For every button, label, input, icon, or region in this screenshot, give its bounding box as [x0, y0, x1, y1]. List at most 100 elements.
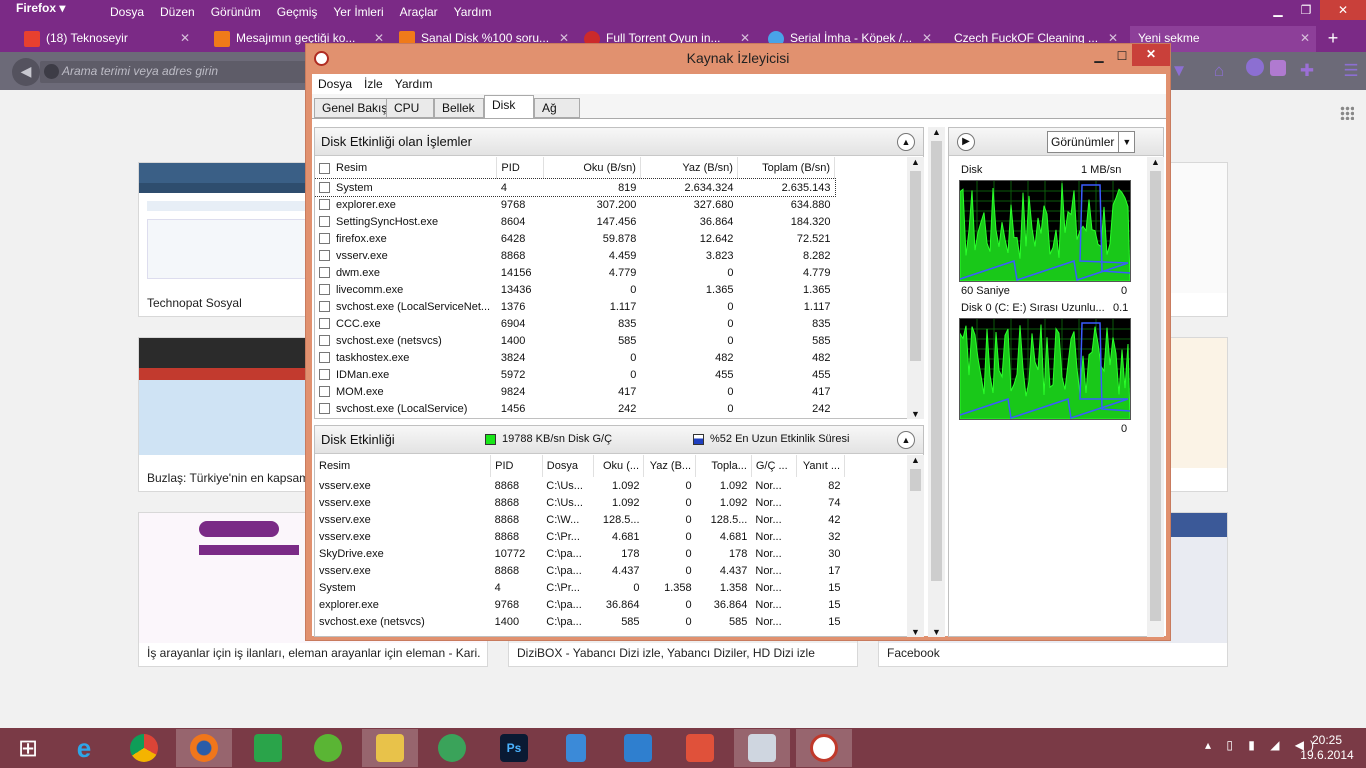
- tab-overview[interactable]: Genel Bakış: [314, 98, 396, 118]
- column-header[interactable]: G/Ç ...: [751, 455, 798, 477]
- table-row[interactable]: System 4 C:\Pr... 0 1.358 1.358 Nor... 15: [315, 579, 845, 596]
- scrollbar-thumb[interactable]: [1150, 171, 1161, 621]
- table-row[interactable]: SkyDrive.exe 10772 C:\pa... 178 0 178 Nor... 30: [315, 545, 845, 562]
- rm-menu-help[interactable]: Yardım: [389, 74, 439, 94]
- scroll-down-icon[interactable]: ▼: [928, 627, 945, 637]
- tile-grid-icon[interactable]: [1340, 106, 1354, 120]
- row-checkbox[interactable]: [319, 199, 330, 211]
- tab-cpu[interactable]: CPU: [386, 98, 434, 118]
- table-row[interactable]: CCC.exe 6904 835 0 835: [315, 315, 835, 332]
- hamburger-menu-icon[interactable]: ☰: [1338, 58, 1364, 84]
- column-header[interactable]: PID: [490, 455, 543, 477]
- table-row[interactable]: vsserv.exe 8868 C:\Us... 1.092 0 1.092 Nor... 8…: [315, 477, 845, 494]
- scrollbar-thumb[interactable]: [910, 171, 921, 361]
- taskbar-ie[interactable]: e: [56, 729, 112, 767]
- puzzle-icon[interactable]: ✚: [1294, 58, 1320, 84]
- column-header[interactable]: Toplam (B/sn): [737, 157, 836, 179]
- taskbar-resource-monitor[interactable]: [796, 729, 852, 767]
- collapse-up-icon[interactable]: ▲: [897, 431, 915, 449]
- scroll-down-icon[interactable]: ▼: [907, 627, 924, 637]
- views-dropdown[interactable]: Görünümler ▼: [1047, 131, 1136, 153]
- graph-pane-scrollbar[interactable]: ▲: [1147, 157, 1164, 637]
- close-tab-icon[interactable]: ✕: [180, 26, 190, 50]
- table-row[interactable]: dwm.exe 14156 4.779 0 4.779: [315, 264, 835, 281]
- table-row[interactable]: vsserv.exe 8868 C:\pa... 4.437 0 4.437 Nor... 1…: [315, 562, 845, 579]
- row-checkbox[interactable]: [319, 216, 330, 228]
- taskbar-chrome[interactable]: [116, 729, 172, 767]
- start-button[interactable]: ⊞: [0, 729, 56, 767]
- scroll-up-icon[interactable]: ▲: [907, 455, 924, 465]
- scrollbar-thumb[interactable]: [931, 141, 942, 581]
- menu-help[interactable]: Yardım: [446, 3, 500, 23]
- vertical-scrollbar[interactable]: ▲ ▼: [907, 157, 924, 419]
- table-row[interactable]: vsserv.exe 8868 C:\W... 128.5... 0 128.5... No…: [315, 511, 845, 528]
- column-header[interactable]: Resim: [315, 157, 498, 179]
- table-row[interactable]: livecomm.exe 13436 0 1.365 1.365: [315, 281, 835, 298]
- clock[interactable]: 20:25 19.6.2014: [1292, 733, 1362, 763]
- row-checkbox[interactable]: [319, 250, 330, 262]
- browser-tab[interactable]: (18) Teknoseyir ✕: [18, 26, 196, 52]
- row-checkbox[interactable]: [319, 233, 330, 245]
- taskbar-package-app[interactable]: [610, 729, 666, 767]
- table-row[interactable]: svchost.exe (LocalService) 1456 242 0 242: [315, 400, 835, 417]
- table-row[interactable]: svchost.exe (netsvcs) 1400 C:\pa... 585 0 585…: [315, 613, 845, 630]
- close-button[interactable]: ✕: [1320, 0, 1366, 20]
- table-row[interactable]: vsserv.exe 8868 4.459 3.823 8.282: [315, 247, 835, 264]
- row-checkbox[interactable]: [319, 284, 330, 296]
- minimize-button[interactable]: ▁: [1264, 0, 1292, 20]
- taskbar-utorrent[interactable]: [300, 729, 356, 767]
- column-header[interactable]: Yanıt ...: [796, 455, 845, 477]
- menu-file[interactable]: Dosya: [102, 3, 152, 23]
- tab-memory[interactable]: Bellek: [434, 98, 484, 118]
- row-checkbox[interactable]: [319, 369, 330, 381]
- table-row[interactable]: svchost.exe (LocalServiceNet... 1376 1.117…: [315, 298, 835, 315]
- menu-tools[interactable]: Araçlar: [392, 3, 446, 23]
- menu-edit[interactable]: Düzen: [152, 3, 203, 23]
- column-header[interactable]: Yaz (B...: [643, 455, 697, 477]
- table-row[interactable]: IDMan.exe 5972 0 455 455: [315, 366, 835, 383]
- home-icon[interactable]: ⌂: [1206, 58, 1232, 84]
- taskbar-photoshop[interactable]: Ps: [486, 729, 542, 767]
- menu-history[interactable]: Geçmiş: [269, 3, 326, 23]
- taskbar-download-manager[interactable]: [424, 729, 480, 767]
- table-row[interactable]: SettingSyncHost.exe 8604 147.456 36.864 184.…: [315, 213, 835, 230]
- taskbar-notes-app[interactable]: [672, 729, 728, 767]
- table-row[interactable]: System 4 819 2.634.324 2.635.143: [315, 178, 836, 197]
- collapse-up-icon[interactable]: ▲: [897, 133, 915, 151]
- column-header[interactable]: Resim: [315, 455, 492, 477]
- row-checkbox[interactable]: [319, 301, 330, 313]
- taskbar-performance-monitor[interactable]: [734, 729, 790, 767]
- scroll-up-icon[interactable]: ▲: [1147, 157, 1164, 167]
- close-tab-icon[interactable]: ✕: [1300, 26, 1310, 50]
- table-row[interactable]: explorer.exe 9768 307.200 327.680 634.880: [315, 196, 835, 213]
- row-checkbox[interactable]: [319, 386, 330, 398]
- url-bar[interactable]: Arama terimi veya adres girin: [40, 61, 320, 83]
- rm-menu-file[interactable]: Dosya: [312, 74, 358, 94]
- table-row[interactable]: vsserv.exe 8868 C:\Pr... 4.681 0 4.681 Nor... 3…: [315, 528, 845, 545]
- vertical-scrollbar[interactable]: ▲ ▼: [907, 455, 924, 637]
- menu-view[interactable]: Görünüm: [203, 3, 269, 23]
- table-row[interactable]: firefox.exe 6428 59.878 12.642 72.521: [315, 230, 835, 247]
- scrollbar-thumb[interactable]: [910, 469, 921, 491]
- firefox-app-button[interactable]: Firefox ▾: [6, 0, 76, 18]
- taskbar-store[interactable]: [240, 729, 296, 767]
- panel-header[interactable]: Disk Etkinliği 19788 KB/sn Disk G/Ç %52 …: [315, 426, 923, 454]
- new-tab-button[interactable]: +: [1322, 26, 1344, 52]
- rm-minimize-button[interactable]: ▁: [1086, 46, 1112, 68]
- row-checkbox[interactable]: [319, 403, 330, 415]
- scroll-up-icon[interactable]: ▲: [907, 157, 924, 167]
- rm-menu-monitor[interactable]: İzle: [358, 74, 389, 94]
- table-row[interactable]: taskhostex.exe 3824 0 482 482: [315, 349, 835, 366]
- table-row[interactable]: MOM.exe 9824 417 0 417: [315, 383, 835, 400]
- table-row[interactable]: explorer.exe 9768 C:\pa... 36.864 0 36.864 Nor…: [315, 596, 845, 613]
- table-row[interactable]: svchost.exe (netsvcs) 1400 585 0 585: [315, 332, 835, 349]
- taskbar-explorer[interactable]: [362, 729, 418, 767]
- tab-network[interactable]: Ağ: [534, 98, 580, 118]
- column-header[interactable]: Oku (...: [593, 455, 645, 477]
- column-header[interactable]: Topla...: [695, 455, 752, 477]
- column-header[interactable]: PID: [496, 157, 544, 179]
- scroll-up-icon[interactable]: ▲: [928, 127, 945, 137]
- row-checkbox[interactable]: [319, 182, 330, 194]
- main-vertical-scrollbar[interactable]: ▲ ▼: [928, 127, 945, 637]
- row-checkbox[interactable]: [319, 352, 330, 364]
